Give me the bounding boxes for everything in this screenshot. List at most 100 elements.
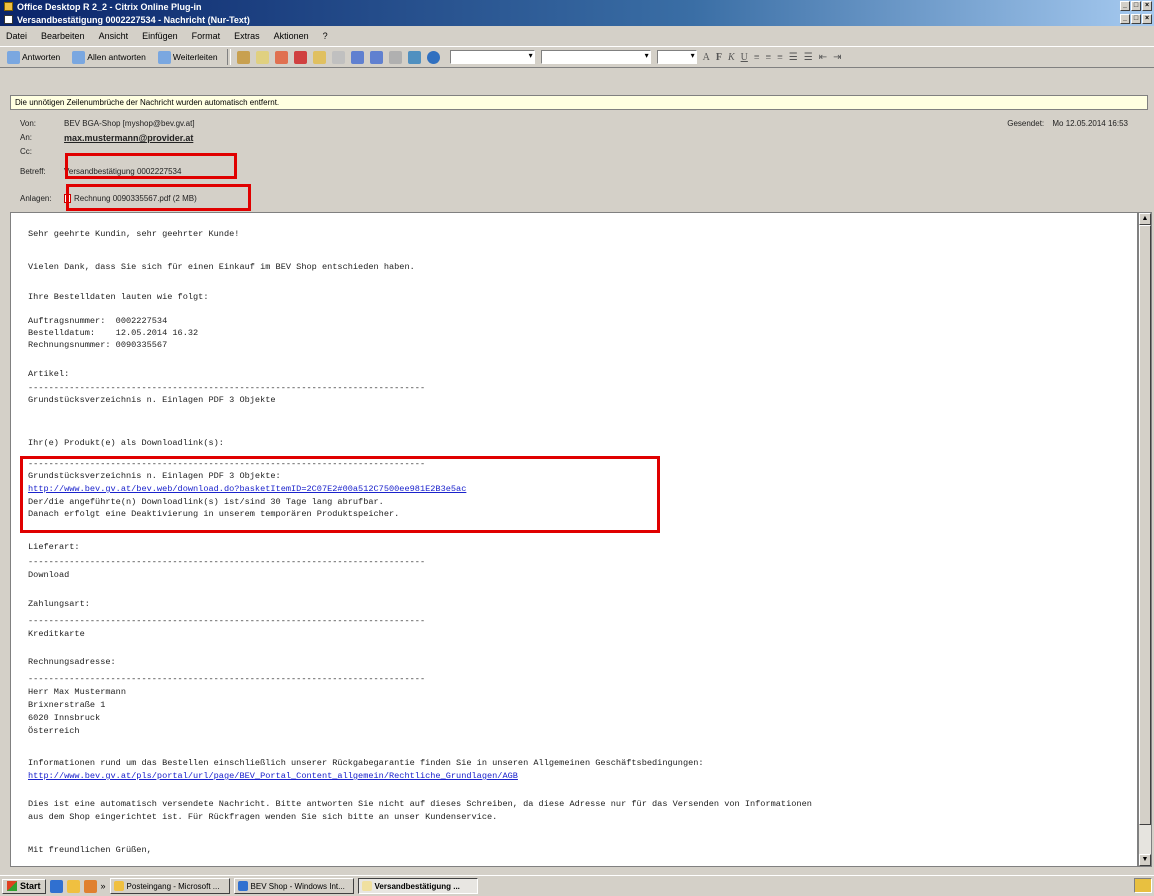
menu-bar: Datei Bearbeiten Ansicht Einfügen Format… [0,28,1154,44]
forward-icon [157,50,171,64]
highlight-subject [65,153,237,179]
help-icon[interactable] [426,50,440,64]
move-to-folder-icon[interactable] [255,50,269,64]
reply-all-label: Allen antworten [87,52,146,62]
sent-value: Mo 12.05.2014 16:53 [1052,119,1128,128]
menu-einfuegen[interactable]: Einfügen [142,31,178,41]
scroll-down-arrow[interactable]: ▼ [1139,854,1151,866]
numbering-icon[interactable]: ☰ [804,52,813,63]
terms-link[interactable]: http://www.bev.gv.at/pls/portal/url/page… [28,771,518,781]
subject-label: Betreff: [20,167,46,176]
divider: ----------------------------------------… [28,383,426,393]
task-inbox[interactable]: Posteingang - Microsoft ... [109,878,230,894]
message-close-button[interactable]: × [1142,14,1152,24]
scroll-up-arrow[interactable]: ▲ [1139,213,1151,225]
close-button[interactable]: × [1142,1,1152,11]
to-value[interactable]: max.mustermann@provider.at [64,133,193,143]
delete-icon[interactable] [331,50,345,64]
forward-button[interactable]: Weiterleiten [155,50,221,65]
payment-heading: Zahlungsart: [28,599,90,609]
task-message-label: Versandbestätigung ... [374,881,460,891]
print-icon[interactable] [236,50,250,64]
outer-window-titlebar[interactable]: Office Desktop R 2_2 - Citrix Online Plu… [0,0,1154,13]
italic-icon[interactable]: K [728,52,735,63]
message-minimize-button[interactable]: _ [1120,14,1130,24]
menu-aktionen[interactable]: Aktionen [274,31,309,41]
cc-label: Cc: [20,147,32,156]
forward-label: Weiterleiten [172,52,218,62]
billing-street: Brixnerstraße 1 [28,700,106,710]
menu-ansicht[interactable]: Ansicht [99,31,129,41]
envelope-icon [361,881,372,891]
vertical-scrollbar[interactable]: ▲ ▼ [1138,212,1152,867]
order-date: Bestelldatum: 12.05.2014 16.32 [28,328,199,338]
outer-window-title: Office Desktop R 2_2 - Citrix Online Plu… [17,1,202,12]
underline-icon[interactable]: U [741,52,748,63]
payment-method: Kreditkarte [28,629,85,639]
menu-extras[interactable]: Extras [234,31,260,41]
browser-icon [237,881,248,891]
to-row: An: max.mustermann@provider.at [20,133,193,143]
quicklaunch-more-icon[interactable]: » [101,881,106,891]
next-item-icon[interactable] [369,50,383,64]
find-icon[interactable] [407,50,421,64]
menu-format[interactable]: Format [192,31,221,41]
start-label: Start [20,881,41,891]
outer-window-controls: _ □ × [1120,1,1152,11]
closing: Mit freundlichen Grüßen, [28,845,152,855]
task-browser[interactable]: BEV Shop - Windows Int... [233,878,354,894]
category-icon[interactable] [293,50,307,64]
previous-item-icon[interactable] [350,50,364,64]
font-size-icon[interactable] [388,50,402,64]
flag-icon[interactable] [274,50,288,64]
sent-label: Gesendet: [1007,119,1045,128]
thanks-line: Vielen Dank, dass Sie sich für einen Ein… [28,262,415,272]
menu-help[interactable]: ? [323,31,328,41]
highlight-download [20,456,660,533]
from-label: Von: [20,119,37,128]
maximize-button[interactable]: □ [1131,1,1141,11]
folder-quicklaunch-icon[interactable] [66,879,80,893]
minimize-button[interactable]: _ [1120,1,1130,11]
menu-datei[interactable]: Datei [6,31,27,41]
align-left-icon[interactable]: ≡ [754,52,760,63]
font-name-dropdown[interactable] [540,50,651,64]
system-tray[interactable] [1134,878,1152,893]
font-color-icon[interactable]: A [703,52,710,63]
start-button[interactable]: Start [2,878,46,894]
download-heading: Ihr(e) Produkt(e) als Downloadlink(s): [28,438,224,448]
toolbar: Antworten Allen antworten Weiterleiten A… [0,46,1154,68]
task-message[interactable]: Versandbestätigung ... [357,878,478,894]
scroll-thumb[interactable] [1139,225,1151,825]
bold-icon[interactable]: F [716,52,722,63]
bullets-icon[interactable]: ☰ [789,52,798,63]
info-bar[interactable]: Die unnötigen Zeilenumbrüche der Nachric… [10,95,1148,110]
message-window-title: Versandbestätigung 0002227534 - Nachrich… [17,14,250,25]
divider: ----------------------------------------… [28,674,426,684]
align-center-icon[interactable]: ≡ [766,52,772,63]
reply-icon [7,50,20,64]
ie-quicklaunch-icon[interactable] [49,879,63,893]
message-body[interactable]: Sehr geehrte Kundin, sehr geehrter Kunde… [10,212,1138,867]
indent-decrease-icon[interactable]: ⇤ [819,52,827,63]
order-number: Auftragsnummer: 0002227534 [28,316,168,326]
windows-logo-icon [7,881,17,891]
font-size-dropdown[interactable] [656,50,697,64]
reply-label: Antworten [22,52,61,62]
divider: ----------------------------------------… [28,616,426,626]
message-window-titlebar[interactable]: Versandbestätigung 0002227534 - Nachrich… [0,13,1154,26]
reply-all-button[interactable]: Allen antworten [69,50,149,65]
indent-increase-icon[interactable]: ⇥ [833,52,841,63]
menu-bearbeiten[interactable]: Bearbeiten [41,31,85,41]
message-maximize-button[interactable]: □ [1131,14,1141,24]
align-right-icon[interactable]: ≡ [777,52,783,63]
address-book-icon[interactable] [312,50,326,64]
from-value[interactable]: BEV BGA-Shop [myshop@bev.gv.at] [64,119,195,128]
billing-country: Österreich [28,726,80,736]
outlook-quicklaunch-icon[interactable] [83,879,97,893]
toolbar-separator [226,49,231,65]
terms-info: Informationen rund um das Bestellen eins… [28,758,704,768]
reply-button[interactable]: Antworten [4,50,63,65]
delivery-method: Download [28,570,70,580]
search-dropdown[interactable] [449,50,535,64]
